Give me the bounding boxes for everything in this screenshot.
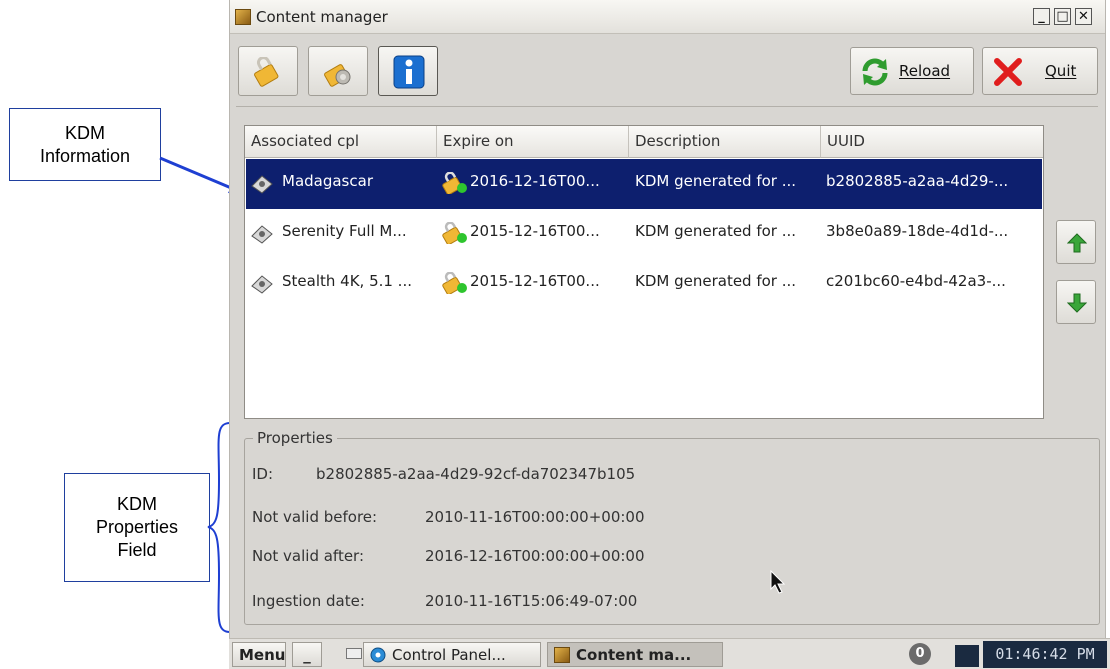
id-value: b2802885-a2aa-4d29-92cf-da702347b105 (316, 465, 636, 483)
cell-cpl: Serenity Full M... (282, 222, 407, 240)
cell-cpl: Stealth 4K, 5.1 ... (282, 272, 412, 290)
maximize-button[interactable]: □ (1054, 8, 1071, 25)
title-bar[interactable]: Content manager _ □ ✕ (230, 0, 1105, 34)
properties-legend: Properties (253, 429, 337, 447)
column-header-uuid[interactable]: UUID (821, 126, 1043, 158)
control-panel-icon (370, 647, 386, 663)
id-label: ID: (252, 465, 274, 483)
cell-expire: 2016-12-16T00... (470, 172, 600, 190)
network-icon (955, 645, 979, 667)
not-valid-before-label: Not valid before: (252, 508, 378, 526)
cell-cpl: Madagascar (282, 172, 373, 190)
lock-gear-icon (324, 64, 351, 87)
taskbar: Menu _ Control Panel... Content ma... 0 … (229, 638, 1110, 669)
arrow-down-icon (1067, 293, 1087, 313)
ingestion-date-label: Ingestion date: (252, 592, 365, 610)
taskbar-control-panel[interactable]: Control Panel... (363, 642, 541, 667)
mouse-cursor-icon (770, 570, 786, 594)
info-button[interactable] (378, 46, 438, 96)
kdm-properties-label: KDM Properties Field (95, 494, 179, 560)
info-icon (393, 55, 425, 89)
reload-label: Reload (899, 62, 951, 80)
lock-valid-icon (442, 172, 467, 194)
kdm-information-label: KDM Information (39, 122, 131, 166)
cell-uuid: c201bc60-e4bd-42a3-... (826, 272, 1006, 290)
reload-button[interactable]: Reload (850, 47, 974, 95)
cell-uuid: b2802885-a2aa-4d29-... (826, 172, 1009, 190)
column-header-associated-cpl[interactable]: Associated cpl (245, 126, 437, 158)
notification-count: 0 (915, 646, 925, 661)
not-valid-after-label: Not valid after: (252, 547, 365, 565)
content-manager-icon (554, 647, 570, 663)
column-header-expire-on[interactable]: Expire on (437, 126, 629, 158)
kdm-properties-callout: KDM Properties Field (64, 473, 210, 582)
arrow-up-icon (1067, 233, 1087, 253)
taskbar-minimize-button[interactable]: _ (292, 642, 322, 667)
quit-label: Quit (1045, 62, 1077, 80)
cell-expire: 2015-12-16T00... (470, 222, 600, 240)
cell-expire: 2015-12-16T00... (470, 272, 600, 290)
notification-badge[interactable]: 0 (909, 643, 931, 665)
film-reel-icon (251, 275, 273, 294)
taskbar-control-panel-label: Control Panel... (392, 646, 506, 664)
menu-button[interactable]: Menu (232, 642, 286, 667)
ingestion-date-value: 2010-11-16T15:06:49-07:00 (425, 592, 638, 610)
app-icon (235, 9, 251, 25)
not-valid-after-value: 2016-12-16T00:00:00+00:00 (425, 547, 645, 565)
toolbar-divider (236, 106, 1098, 107)
film-reel-icon (251, 225, 273, 244)
close-button[interactable]: ✕ (1075, 8, 1092, 25)
key-lock-icon (254, 57, 279, 87)
lock-valid-icon (442, 222, 467, 244)
move-down-button[interactable] (1056, 280, 1096, 324)
properties-panel: Properties ID: b2802885-a2aa-4d29-92cf-d… (244, 429, 1100, 625)
kdm-table[interactable]: Associated cpl Expire on Description UUI… (244, 125, 1044, 419)
cell-uuid: 3b8e0a89-18de-4d1d-... (826, 222, 1009, 240)
table-row[interactable]: Serenity Full M... 2015-12-16T00... KDM … (246, 209, 1042, 259)
cell-description: KDM generated for ... (635, 172, 797, 190)
table-row[interactable]: Stealth 4K, 5.1 ... 2015-12-16T00... KDM… (246, 259, 1042, 309)
delete-kdm-button[interactable] (308, 46, 368, 96)
cell-description: KDM generated for ... (635, 222, 797, 240)
quit-button[interactable]: Quit (982, 47, 1098, 95)
cell-description: KDM generated for ... (635, 272, 797, 290)
taskbar-content-manager-label: Content ma... (576, 646, 692, 664)
content-manager-window: Content manager _ □ ✕ Reload Quit Associ… (229, 0, 1106, 638)
film-reel-icon (251, 175, 273, 194)
kdm-information-callout: KDM Information (9, 108, 161, 181)
column-header-description[interactable]: Description (629, 126, 821, 158)
move-up-button[interactable] (1056, 220, 1096, 264)
ingest-kdm-button[interactable] (238, 46, 298, 96)
keyboard-icon (346, 648, 362, 659)
taskbar-content-manager[interactable]: Content ma... (547, 642, 723, 667)
lock-valid-icon (442, 272, 467, 294)
not-valid-before-value: 2010-11-16T00:00:00+00:00 (425, 508, 645, 526)
clock: 01:46:42 PM (983, 641, 1107, 668)
minimize-button[interactable]: _ (1033, 8, 1050, 25)
quit-icon (994, 58, 1022, 86)
window-title: Content manager (256, 8, 388, 26)
table-row[interactable]: Madagascar 2016-12-16T00... KDM generate… (246, 159, 1042, 209)
reload-icon (862, 58, 888, 86)
